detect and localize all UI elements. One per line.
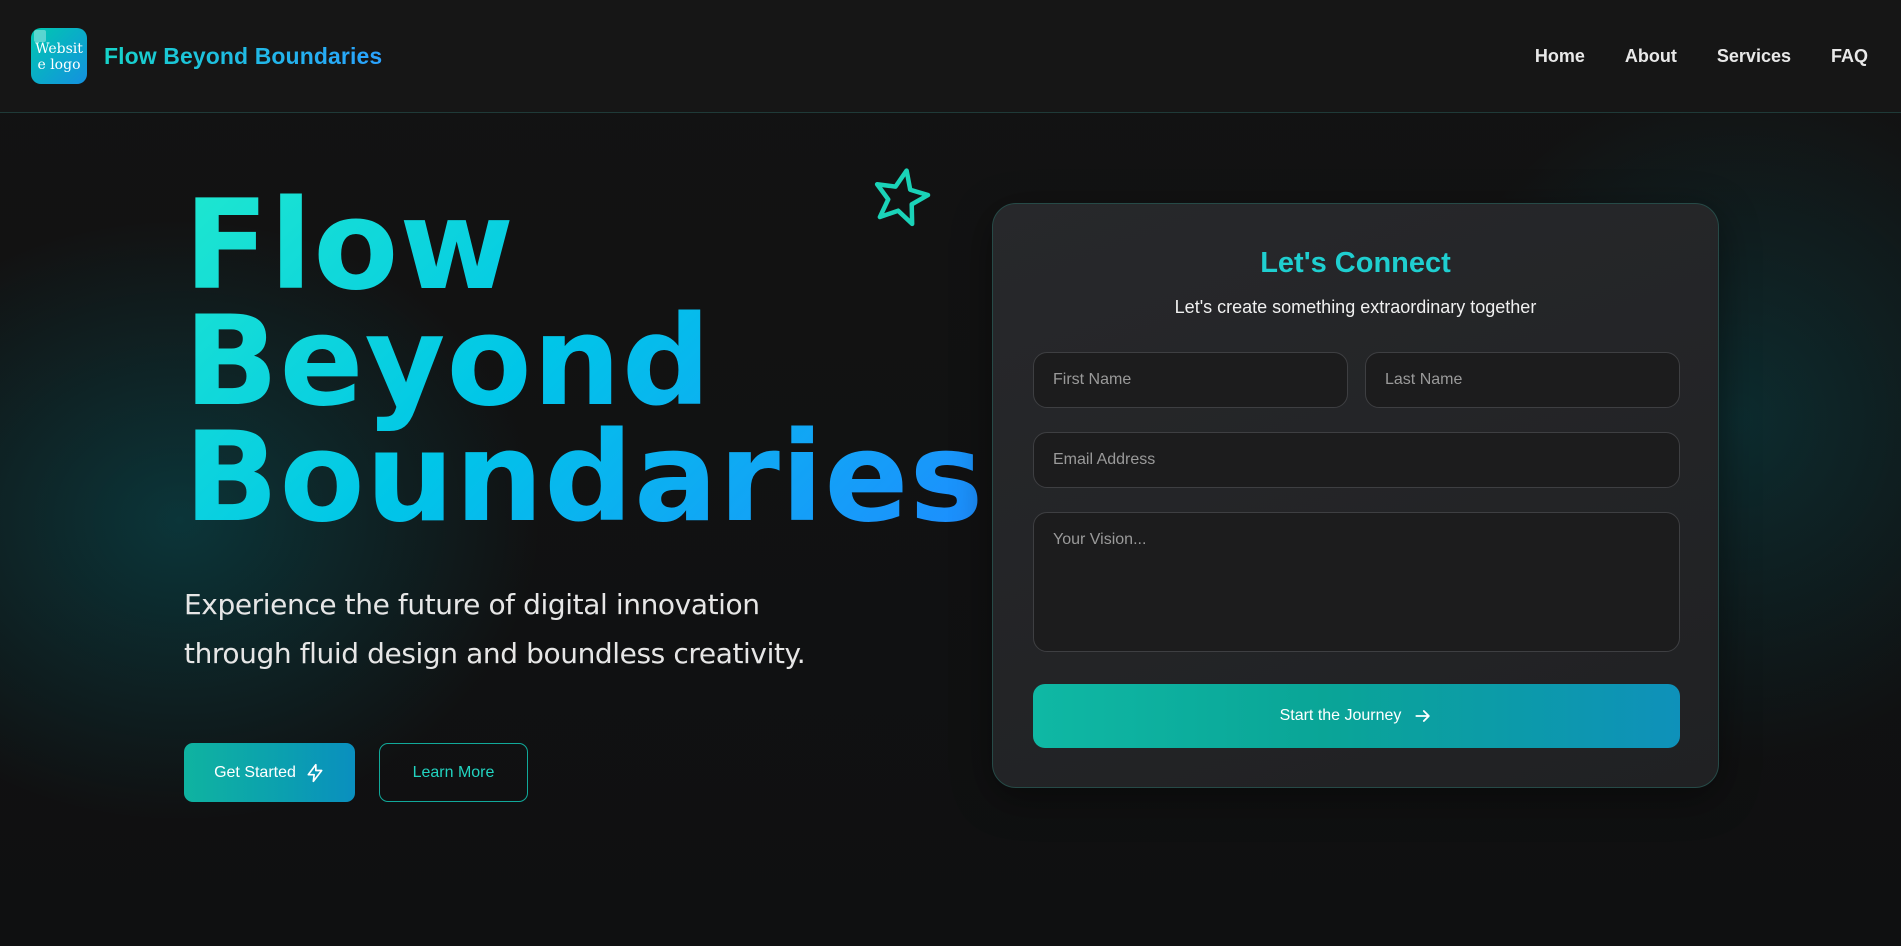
nav-home[interactable]: Home — [1535, 46, 1585, 67]
last-name-field[interactable] — [1365, 352, 1680, 408]
site-header: Website logo Flow Beyond Boundaries Home… — [0, 0, 1901, 113]
page: Website logo Flow Beyond Boundaries Home… — [0, 0, 1901, 946]
form-title: Let's Connect — [1260, 247, 1451, 279]
nav-about[interactable]: About — [1625, 46, 1677, 67]
brand-name[interactable]: Flow Beyond Boundaries — [104, 43, 382, 70]
learn-more-button[interactable]: Learn More — [379, 743, 528, 802]
nav-services[interactable]: Services — [1717, 46, 1791, 67]
star-outline-icon — [874, 168, 931, 227]
get-started-button[interactable]: Get Started — [184, 743, 355, 802]
site-logo[interactable]: Website logo — [31, 28, 87, 84]
vision-field[interactable] — [1033, 512, 1680, 652]
contact-form-card: Let's Connect Let's create something ext… — [992, 203, 1719, 788]
hero-title: Flow Beyond Boundaries — [184, 188, 984, 536]
broken-image-icon — [34, 30, 46, 42]
arrow-right-icon — [1415, 710, 1431, 722]
lightning-icon — [307, 763, 323, 782]
hero-subtitle: Experience the future of digital innovat… — [184, 588, 806, 670]
learn-more-label: Learn More — [412, 763, 495, 781]
hero-title-line: Beyond — [184, 290, 712, 434]
hero-title-line: Flow — [184, 174, 515, 318]
nav-faq[interactable]: FAQ — [1831, 46, 1868, 67]
logo-alt-text: Website logo — [35, 41, 83, 73]
main-nav: Home About Services FAQ — [1535, 46, 1868, 67]
hero-title-line: Boundaries — [184, 406, 985, 550]
start-journey-label: Start the Journey — [1279, 707, 1402, 724]
first-name-field[interactable] — [1033, 352, 1348, 408]
email-field[interactable] — [1033, 432, 1680, 488]
start-journey-button[interactable]: Start the Journey — [1033, 684, 1680, 748]
form-subtitle: Let's create something extraordinary tog… — [1174, 297, 1537, 317]
get-started-label: Get Started — [214, 763, 296, 781]
